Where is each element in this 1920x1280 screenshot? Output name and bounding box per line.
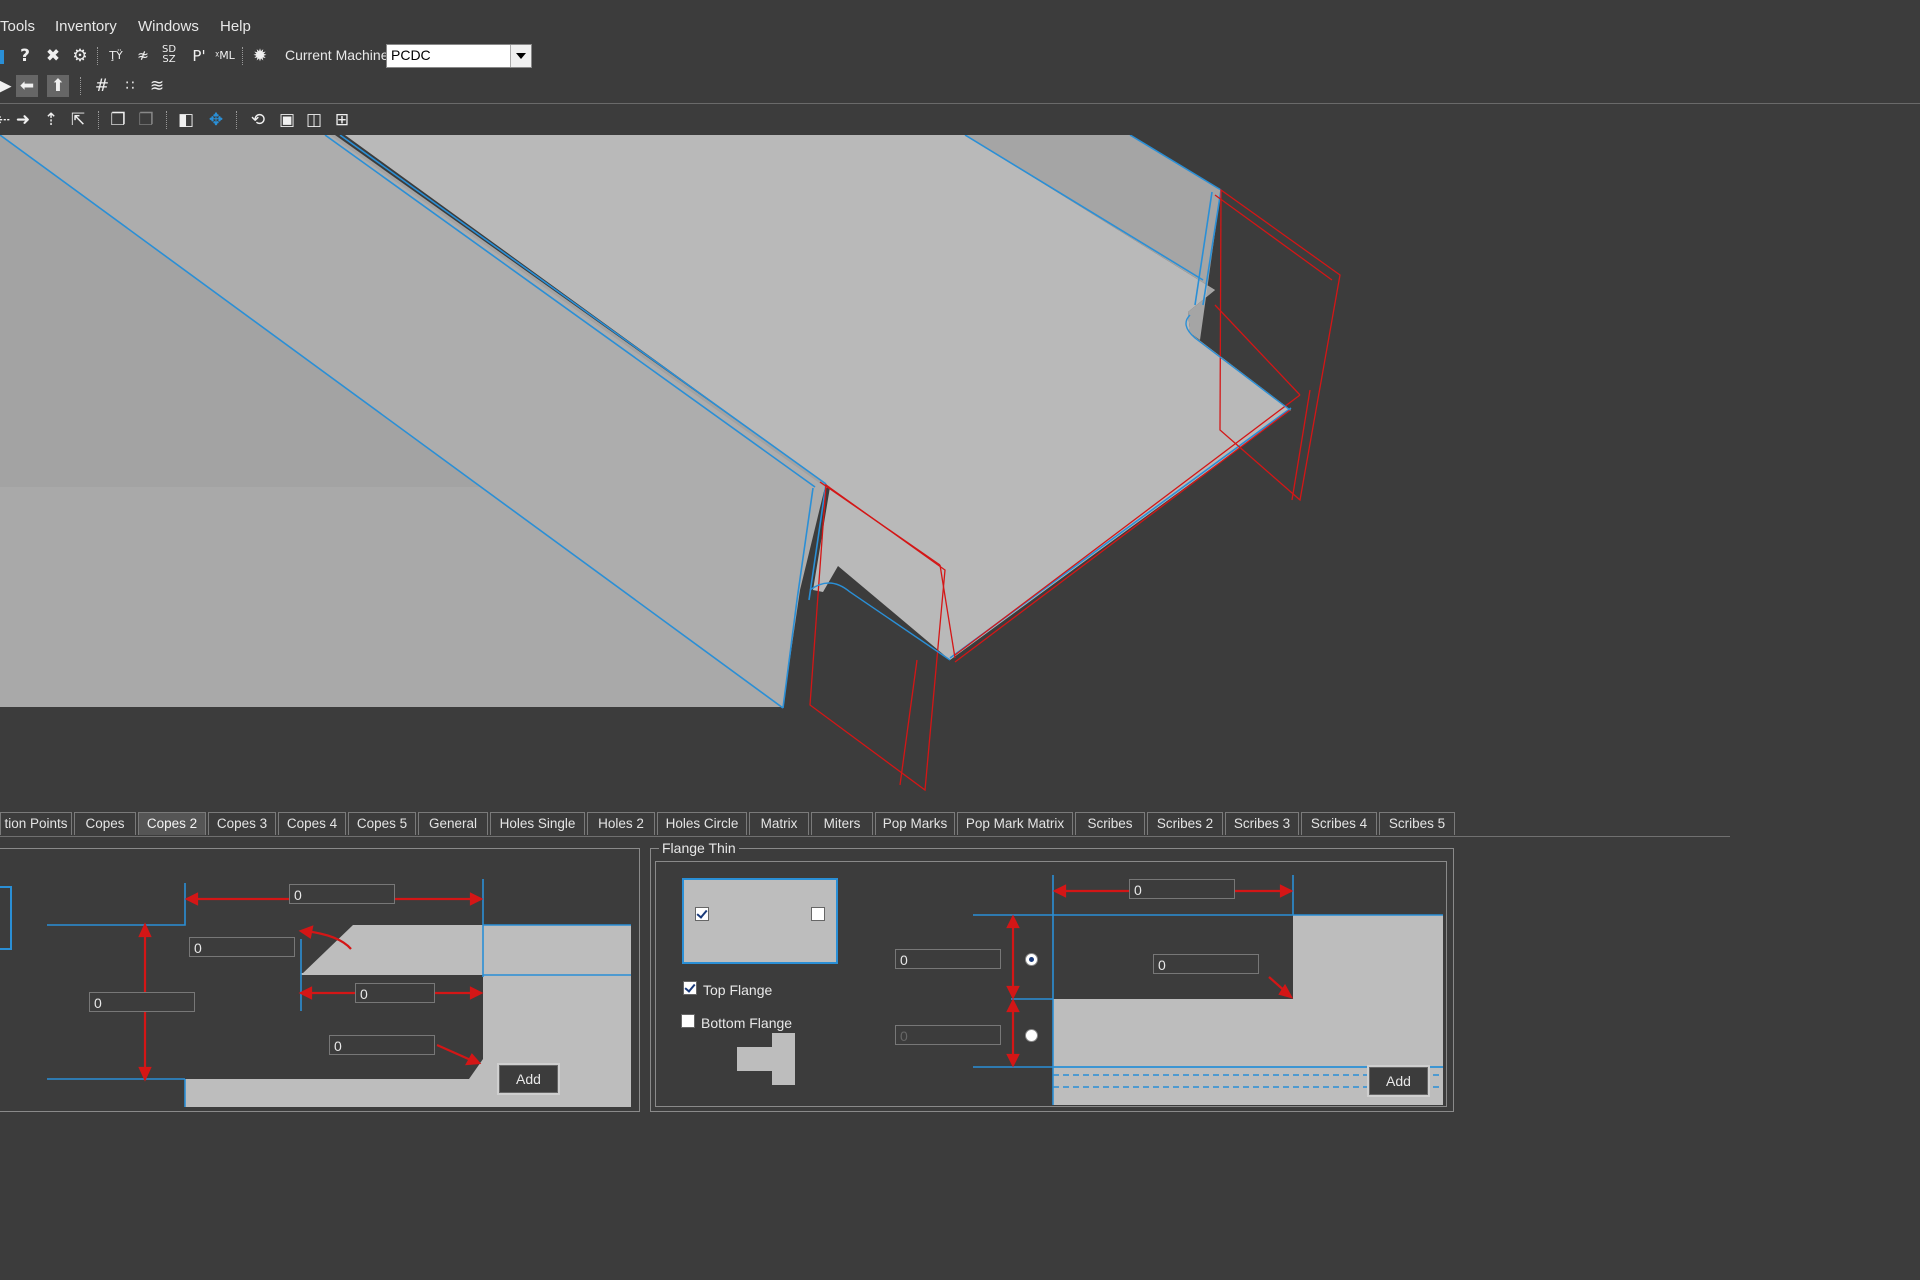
menu-windows[interactable]: Windows: [138, 18, 199, 35]
machine-select-value: PCDC: [391, 47, 431, 63]
part-model-drawing: [0, 134, 1341, 792]
cope-length-field[interactable]: 0: [289, 884, 395, 904]
flange-preview-bottom-checkbox[interactable]: [811, 907, 825, 921]
tab-scribes-2[interactable]: Scribes 2: [1147, 812, 1223, 835]
view-split-icon[interactable]: ◫: [303, 109, 325, 131]
machine-select[interactable]: PCDC: [386, 44, 532, 68]
cope-panel: 0 0 0 0 0 Add: [0, 848, 640, 1112]
gear-icon[interactable]: ⚙: [69, 45, 91, 67]
copy-icon[interactable]: ❐: [107, 109, 129, 131]
toolbar-separator: [242, 47, 245, 65]
grid-icon[interactable]: #: [91, 75, 113, 97]
tools-icon[interactable]: ✖: [42, 45, 64, 67]
tab-pop-mark-matrix[interactable]: Pop Mark Matrix: [957, 812, 1073, 835]
tab-holes-circle[interactable]: Holes Circle: [657, 812, 747, 835]
tab-copes-4[interactable]: Copes 4: [278, 812, 346, 835]
flange-diagram: [682, 875, 1443, 1105]
menu-inventory[interactable]: Inventory: [55, 18, 117, 35]
cope-depth-field[interactable]: 0: [89, 992, 195, 1012]
tab-copes-2[interactable]: Copes 2: [138, 812, 206, 835]
layer-icon[interactable]: ◧: [175, 109, 197, 131]
settings-gear-icon[interactable]: ✹: [249, 45, 271, 67]
flange-bottom-radio[interactable]: [1025, 1029, 1038, 1042]
bottom-flange-label: Bottom Flange: [701, 1015, 793, 1031]
lines-icon[interactable]: ≋: [146, 75, 168, 97]
tab-copes[interactable]: Copes: [74, 812, 136, 835]
bottom-flange-checkbox[interactable]: [681, 1014, 695, 1028]
arrow-up-small-icon[interactable]: ⇡: [40, 109, 62, 131]
menu-help[interactable]: Help: [220, 18, 251, 35]
tab-copes-3[interactable]: Copes 3: [208, 812, 276, 835]
convert-icon[interactable]: ≉: [132, 45, 154, 67]
view-single-icon[interactable]: ▣: [276, 109, 298, 131]
arrow-up-icon[interactable]: ⬆: [47, 75, 69, 97]
arrow-right-icon[interactable]: ▶: [0, 75, 16, 97]
cope-radius-field[interactable]: 0: [329, 1035, 435, 1055]
flange-top-depth-field[interactable]: 0: [895, 949, 1001, 969]
tab-scribes-3[interactable]: Scribes 3: [1225, 812, 1299, 835]
toolbar-separator: [97, 47, 100, 65]
tab-scribes[interactable]: Scribes: [1075, 812, 1145, 835]
select-cursor-icon[interactable]: ⇱: [67, 109, 89, 131]
flange-preview-top-checkbox[interactable]: [695, 907, 709, 921]
tab-matrix[interactable]: Matrix: [749, 812, 809, 835]
tab-general[interactable]: General: [418, 812, 488, 835]
tab-scribes-4[interactable]: Scribes 4: [1301, 812, 1377, 835]
tab-tion-points[interactable]: tion Points: [0, 812, 72, 835]
view-quad-icon[interactable]: ⊞: [331, 109, 353, 131]
toolbar-edge-icon: [0, 50, 4, 64]
toolbar-navigation: ▶ ⬅ ⬆ # ∷ ≋: [0, 72, 1920, 100]
cope-angle-field[interactable]: 0: [189, 937, 295, 957]
toolbar-separator: [166, 111, 169, 129]
tab-scribes-5[interactable]: Scribes 5: [1379, 812, 1455, 835]
nc-icon[interactable]: ŢŸ: [105, 45, 127, 67]
arrow-right-small-icon[interactable]: ➜: [12, 109, 34, 131]
top-flange-checkbox[interactable]: [683, 981, 697, 995]
chevron-down-icon[interactable]: [510, 45, 531, 67]
tab-pop-marks[interactable]: Pop Marks: [875, 812, 955, 835]
sdsz-icon[interactable]: SD SZ: [158, 45, 180, 67]
toolbar-separator: [80, 77, 83, 95]
flange-add-button[interactable]: Add: [1367, 1065, 1430, 1097]
dots-grid-icon[interactable]: ∷: [119, 75, 141, 97]
help-icon[interactable]: ?: [14, 45, 36, 67]
tab-copes-5[interactable]: Copes 5: [348, 812, 416, 835]
menu-tools[interactable]: Tools: [0, 18, 35, 35]
top-flange-label: Top Flange: [703, 982, 773, 998]
paste-icon[interactable]: ❐: [135, 109, 157, 131]
flange-thin-panel: Flange Thin Top Flange Bottom Flange 0 0…: [650, 840, 1454, 1112]
flange-length-field[interactable]: 0: [1129, 879, 1235, 899]
toolbar-divider: [0, 103, 1920, 104]
flange-bottom-depth-field[interactable]: 0: [895, 1025, 1001, 1045]
tab-strip: tion Points Copes Copes 2 Copes 3 Copes 4 Cop…: [0, 812, 1730, 837]
p-icon[interactable]: P': [188, 45, 210, 67]
flange-radius-field[interactable]: 0: [1153, 954, 1259, 974]
flange-top-radio[interactable]: [1025, 953, 1038, 966]
current-machine-label: Current Machine: [285, 47, 389, 63]
3d-viewport[interactable]: [0, 134, 1920, 810]
menu-bar: Tools Inventory Windows Help: [0, 14, 1920, 40]
cope-taper-field[interactable]: 0: [355, 983, 435, 1003]
tab-holes-single[interactable]: Holes Single: [490, 812, 585, 835]
toolbar-separator: [236, 111, 239, 129]
toolbar-separator: [98, 111, 101, 129]
move-icon[interactable]: ✥: [205, 109, 227, 131]
tab-miters[interactable]: Miters: [811, 812, 873, 835]
rotate-icon[interactable]: ⟲: [247, 109, 269, 131]
cope-add-button[interactable]: Add: [497, 1063, 560, 1095]
tab-holes-2[interactable]: Holes 2: [587, 812, 655, 835]
toolbar-view: ⇠ ➜ ⇡ ⇱ ❐ ❐ ◧ ✥ ⟲ ▣ ◫ ⊞: [0, 106, 1920, 134]
xml-icon[interactable]: ᵡML: [214, 45, 236, 67]
arrow-left-icon[interactable]: ⬅: [16, 75, 38, 97]
